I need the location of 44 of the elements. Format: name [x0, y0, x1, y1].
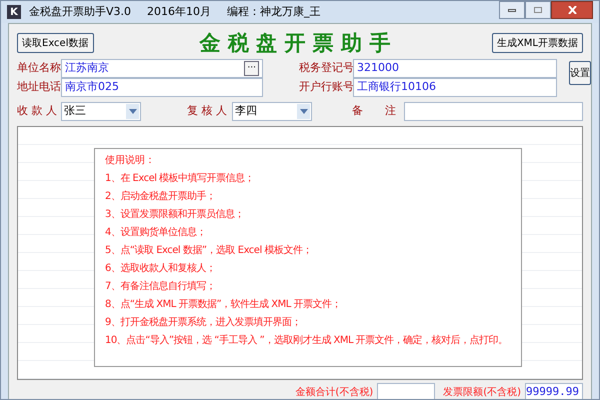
field-label: 单位名称 [17, 60, 59, 76]
company-name-field[interactable]: 江苏南京 ··· [61, 59, 263, 78]
window-author: 编程：神龙万康_王 [227, 4, 321, 20]
limit-field[interactable]: 99999.99 [525, 382, 583, 399]
field-label: 税务登记号 [299, 60, 351, 76]
app-heading: 金 税 盘 开 票 助 手 [200, 29, 390, 58]
instruction-line: 10、点击“导入”按钮，选 “手工导入 ”，选取刚才生成 XML 开票文件，确定，核对后，点打印。 [105, 334, 508, 348]
read-excel-button[interactable]: 读取Excel数据 [17, 33, 94, 53]
field-label: 收 款 人 [17, 103, 58, 120]
address-phone-field[interactable]: 南京市025 [61, 78, 263, 97]
instruction-line: 7、有备注信息自行填写； [105, 280, 216, 294]
maximize-button[interactable] [525, 1, 551, 19]
field-label: 开户行账号 [299, 79, 351, 96]
close-icon [568, 6, 576, 14]
instruction-line: 2、启动金税盘开票助手； [105, 190, 216, 204]
instruction-line: 3、设置发票限额和开票员信息； [105, 208, 244, 222]
app-icon: K [7, 5, 21, 19]
instructions-title: 使用说明： [105, 154, 156, 168]
instruction-line: 8、点“生成 XML 开票数据”，软件生成 XML 开票文件； [105, 298, 342, 312]
minimize-button[interactable] [499, 1, 525, 19]
settings-button[interactable]: 设置 [569, 61, 591, 85]
chevron-icon [126, 104, 139, 119]
tax-id-field[interactable]: 321000 [353, 59, 557, 78]
close-button[interactable] [551, 1, 593, 19]
limit-label: 发票限额(不含税) [443, 386, 521, 399]
field-label: 地址电话 [17, 79, 59, 96]
chevron-icon [297, 104, 310, 119]
instruction-line: 9、打开金税盘开票系统，进入发票填开界面； [105, 316, 301, 330]
instruction-line: 4、设置购货单位信息； [105, 226, 206, 240]
instruction-line: 5、点“读取 Excel 数据”，选取 Excel 模板文件； [105, 244, 312, 258]
browse-button[interactable]: ··· [244, 61, 259, 76]
remarks-field[interactable] [404, 102, 583, 121]
window-title: 金税盘开票助手V3.0 [29, 4, 132, 20]
generate-xml-button[interactable]: 生成XML开票数据 [492, 33, 583, 53]
window-date: 2016年10月 [147, 4, 212, 20]
bank-account-field[interactable]: 工商银行10106 [353, 78, 557, 97]
instruction-line: 6、选取收款人和复核人； [105, 262, 216, 276]
total-field[interactable] [377, 382, 436, 399]
total-label: 金额合计(不含税) [295, 386, 374, 399]
instruction-line: 1、在 Excel 模板中填写开票信息； [105, 172, 254, 186]
dropdown[interactable]: 李四 [232, 102, 312, 121]
field-label: 复 核 人 [187, 103, 228, 120]
dropdown[interactable]: 张三 [61, 102, 141, 121]
field-label: 备 注 [352, 103, 397, 120]
